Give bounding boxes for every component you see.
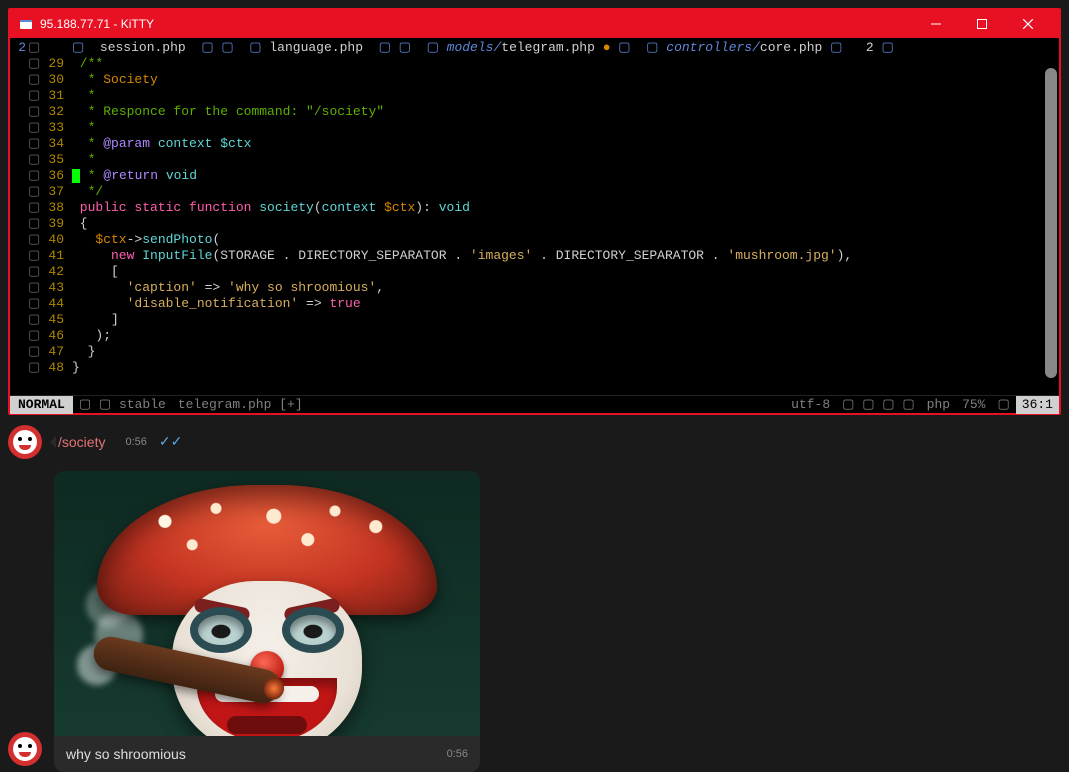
photo-time: 0:56 xyxy=(447,748,468,760)
fold-column: ▢▢▢▢▢▢▢▢▢▢▢▢▢▢▢▢▢▢▢▢▢ xyxy=(28,38,42,395)
cursor xyxy=(72,169,80,183)
maximize-button[interactable] xyxy=(959,10,1005,38)
read-checks-icon: ✓✓ xyxy=(159,434,182,451)
avatar[interactable] xyxy=(8,425,42,459)
app-icon xyxy=(18,16,34,32)
photo-image[interactable] xyxy=(54,471,480,736)
scrollbar-thumb[interactable] xyxy=(1045,68,1057,378)
close-button[interactable] xyxy=(1005,10,1051,38)
titlebar[interactable]: 95.188.77.71 - KiTTY xyxy=(10,10,1059,38)
status-encoding: utf-8 xyxy=(785,397,836,412)
chat-message-photo[interactable]: why so shroomious 0:56 xyxy=(8,471,1061,772)
status-position: 36:1 xyxy=(1016,396,1059,414)
vim-mode: NORMAL xyxy=(10,396,73,414)
buffer-tabline[interactable]: ▢ session.php ▢ ▢ ▢ language.php ▢ ▢ ▢ m… xyxy=(72,40,1059,56)
chat-area: /society 0:56 ✓✓ why so shroomious 0:56 xyxy=(8,425,1061,753)
command-text: /society xyxy=(50,430,113,454)
status-percent: 75% xyxy=(956,397,991,412)
avatar[interactable] xyxy=(8,732,42,766)
window-title: 95.188.77.71 - KiTTY xyxy=(40,17,913,31)
line-numbers: 2930313233343536373839404142434445464748 xyxy=(42,38,72,395)
code-area[interactable]: ▢ session.php ▢ ▢ ▢ language.php ▢ ▢ ▢ m… xyxy=(72,38,1059,395)
tabline-left-count: 2 xyxy=(10,38,28,395)
terminal-window: 95.188.77.71 - KiTTY 2 ▢▢▢▢▢▢▢▢▢▢▢▢▢▢▢▢▢… xyxy=(8,8,1061,415)
statusbar: NORMAL ▢ ▢ stable telegram.php [+] utf-8… xyxy=(10,395,1059,413)
window-controls xyxy=(913,10,1051,38)
status-file: telegram.php [+] xyxy=(172,397,309,412)
editor-body[interactable]: 2 ▢▢▢▢▢▢▢▢▢▢▢▢▢▢▢▢▢▢▢▢▢ 2930313233343536… xyxy=(10,38,1059,395)
status-filetype: php xyxy=(921,397,956,412)
message-time: 0:56 xyxy=(125,436,146,448)
chat-message-command[interactable]: /society 0:56 ✓✓ xyxy=(8,425,1061,459)
scrollbar[interactable] xyxy=(1043,68,1057,375)
photo-caption: why so shroomious xyxy=(66,746,186,762)
minimize-button[interactable] xyxy=(913,10,959,38)
